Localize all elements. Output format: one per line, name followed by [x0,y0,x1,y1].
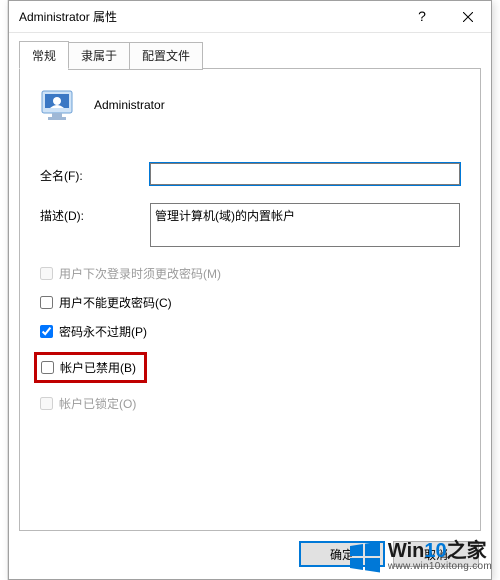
account-locked-label: 帐户已锁定(O) [59,395,136,412]
background-sliver [0,0,8,580]
user-display-name: Administrator [94,98,165,112]
check-cant-change[interactable]: 用户不能更改密码(C) [40,294,460,311]
check-account-locked: 帐户已锁定(O) [40,395,460,412]
cant-change-label: 用户不能更改密码(C) [59,294,172,311]
check-never-expire[interactable]: 密码永不过期(P) [40,323,460,340]
check-must-change: 用户下次登录时须更改密码(M) [40,265,460,282]
window-title: Administrator 属性 [9,8,399,25]
close-icon [463,12,473,22]
fullname-input[interactable] [150,163,460,185]
ok-button[interactable]: 确定 [299,541,385,567]
dialog-button-row: 确定 取消 [9,531,491,579]
checkbox-group: 用户下次登录时须更改密码(M) 用户不能更改密码(C) 密码永不过期(P) 帐户… [40,265,460,412]
help-button[interactable]: ? [399,1,445,33]
fullname-label: 全名(F): [40,163,150,184]
user-header: Administrator [40,87,460,123]
user-icon [40,87,76,123]
account-disabled-checkbox[interactable] [41,361,54,374]
highlight-box: 帐户已禁用(B) [34,352,147,383]
description-label: 描述(D): [40,203,150,224]
cant-change-checkbox[interactable] [40,296,53,309]
check-account-disabled-row: 帐户已禁用(B) [40,352,460,383]
never-expire-checkbox[interactable] [40,325,53,338]
account-disabled-label: 帐户已禁用(B) [60,359,136,376]
tab-member-of[interactable]: 隶属于 [68,42,130,70]
row-fullname: 全名(F): [40,163,460,185]
close-button[interactable] [445,1,491,33]
row-description: 描述(D): [40,203,460,247]
tab-profile[interactable]: 配置文件 [129,42,203,70]
description-input[interactable] [150,203,460,247]
never-expire-label: 密码永不过期(P) [59,323,147,340]
must-change-label: 用户下次登录时须更改密码(M) [59,265,221,282]
properties-dialog: Administrator 属性 ? 常规 隶属于 配置文件 [8,0,492,580]
tab-general[interactable]: 常规 [19,41,69,69]
cancel-button[interactable]: 取消 [393,541,479,567]
must-change-checkbox [40,267,53,280]
titlebar: Administrator 属性 ? [9,1,491,33]
account-locked-checkbox [40,397,53,410]
tab-pane-general: Administrator 全名(F): 描述(D): 用户下次登录时须更改密码… [19,68,481,531]
help-icon: ? [418,8,426,24]
tab-strip: 常规 隶属于 配置文件 [19,41,481,69]
